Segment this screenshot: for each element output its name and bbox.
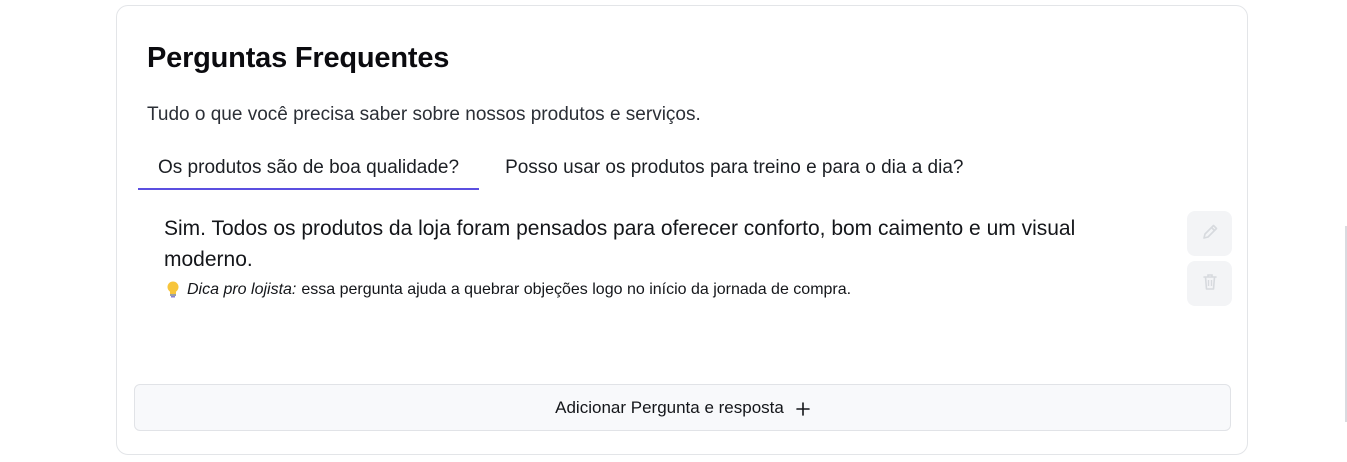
plus-icon: [796, 401, 810, 416]
faq-answer: Sim. Todos os produtos da loja foram pen…: [164, 217, 1076, 271]
delete-button[interactable]: [1187, 261, 1232, 306]
tip-text: essa pergunta ajuda a quebrar objeções l…: [301, 281, 852, 298]
add-question-label: Adicionar Pergunta e resposta: [555, 397, 784, 417]
tab-quality[interactable]: Os produtos são de boa qualidade?: [138, 152, 480, 190]
page-title: Perguntas Frequentes: [147, 42, 450, 74]
page-subtitle: Tudo o que você precisa saber sobre noss…: [147, 104, 701, 125]
edit-button[interactable]: [1187, 211, 1232, 256]
tip-line: Dica pro lojista: essa pergunta ajuda a …: [165, 280, 851, 300]
tip-label: Dica pro lojista:: [187, 281, 297, 298]
lightbulb-icon: [165, 280, 181, 300]
add-question-button[interactable]: Adicionar Pergunta e resposta: [134, 384, 1231, 431]
tab-usage[interactable]: Posso usar os produtos para treino e par…: [479, 152, 983, 190]
pencil-icon: [1200, 222, 1220, 245]
trash-icon: [1201, 272, 1219, 295]
faq-tabs: Os produtos são de boa qualidade? Posso …: [138, 152, 983, 192]
faq-card: Perguntas Frequentes Tudo o que você pre…: [116, 5, 1248, 455]
